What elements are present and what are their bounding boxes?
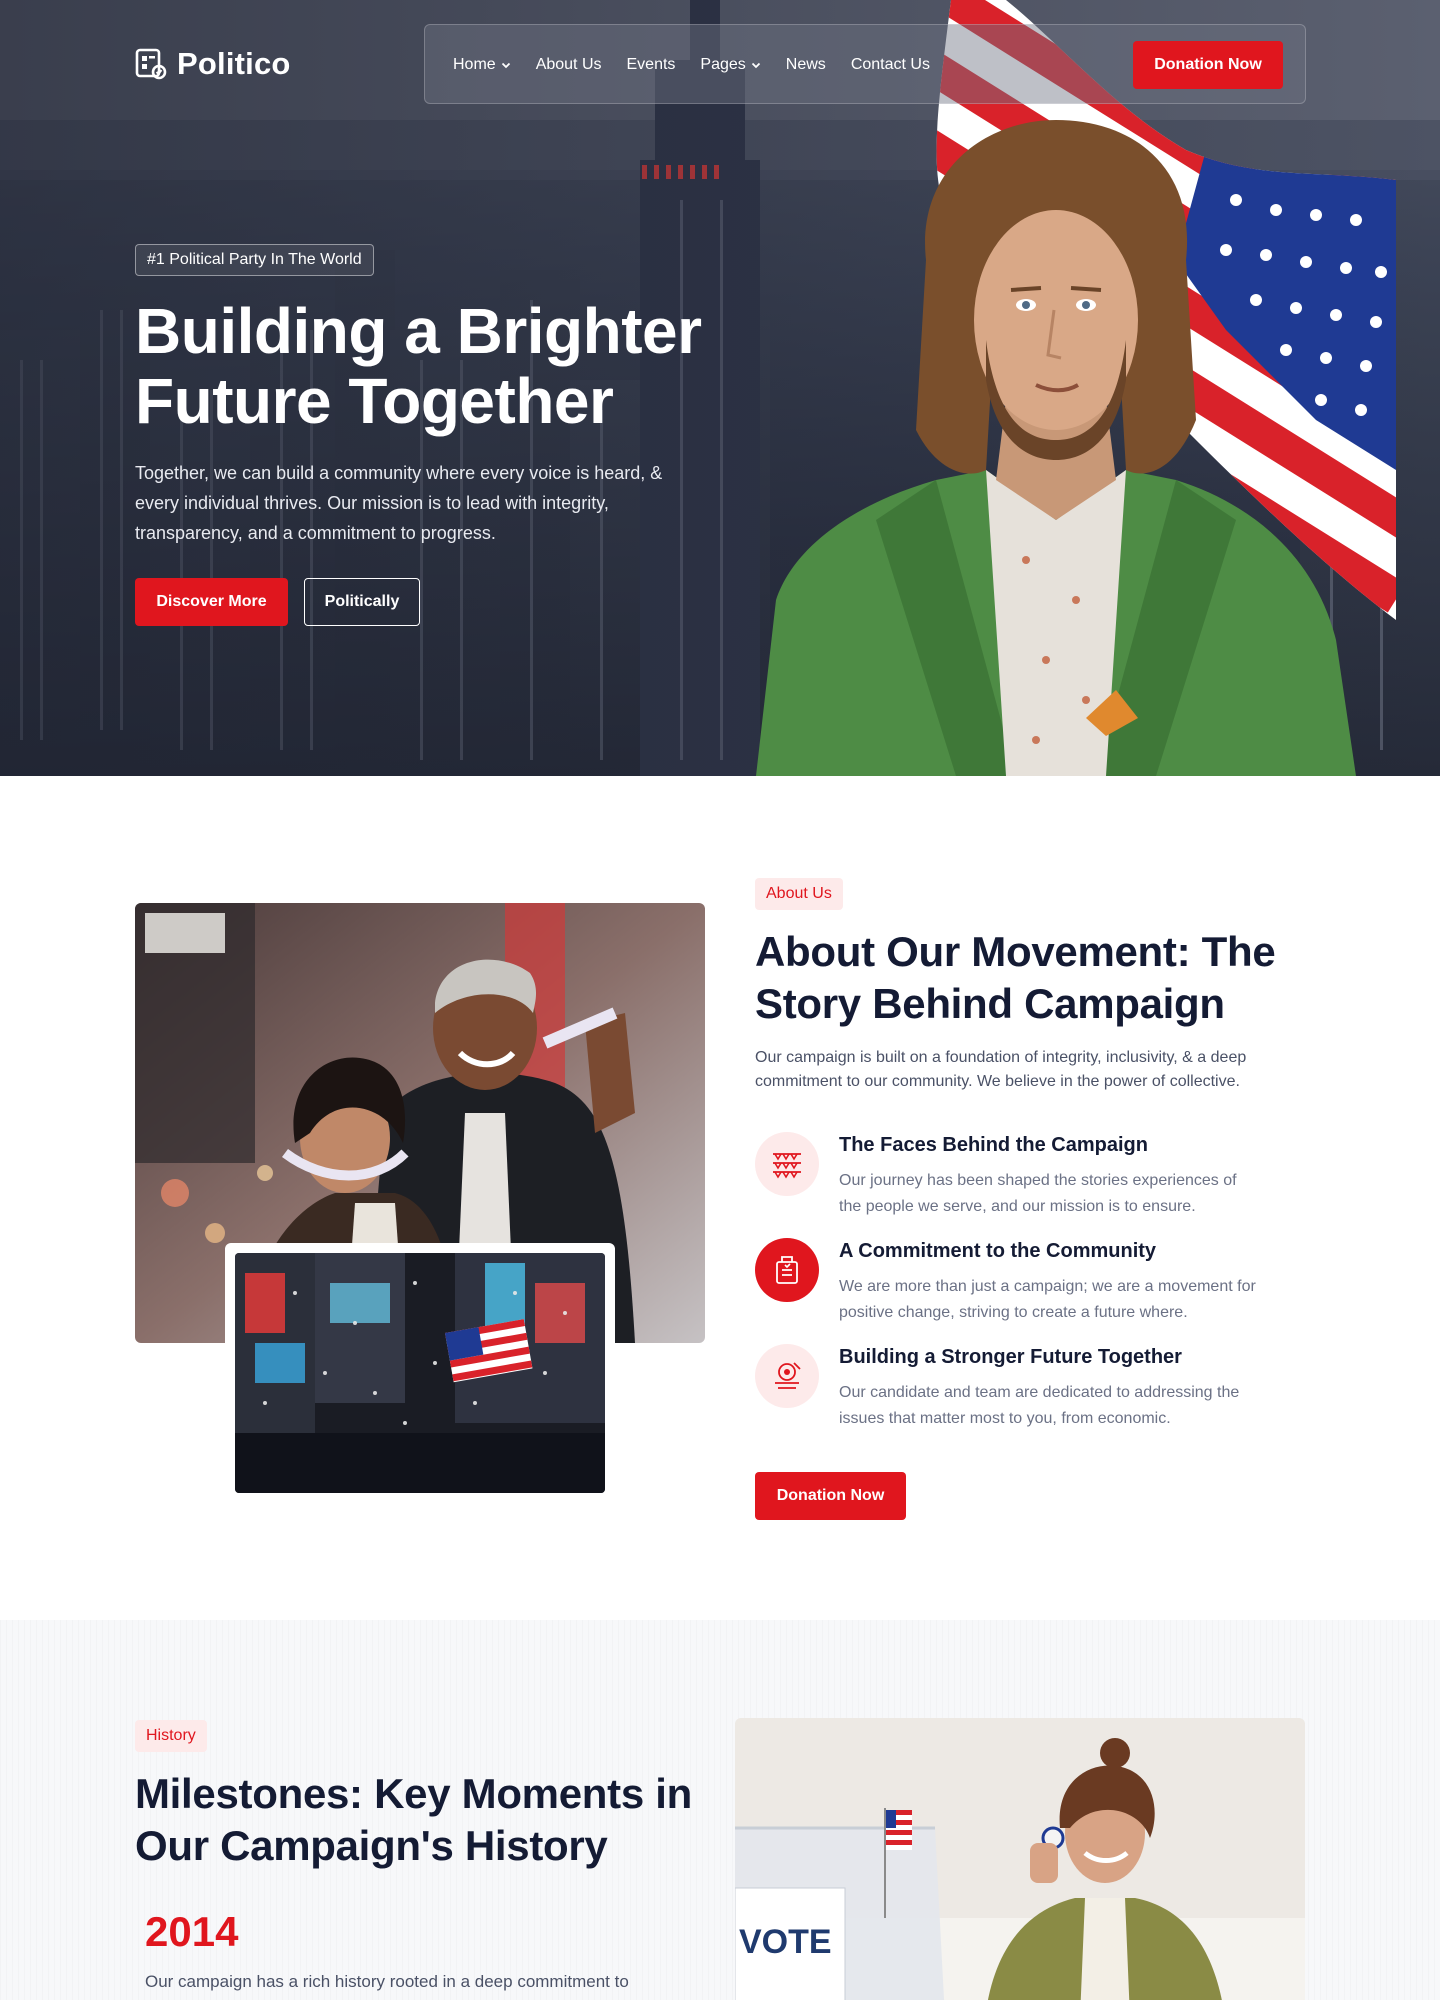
milestone-year: 2014 — [145, 1908, 239, 1955]
about-donation-button[interactable]: Donation Now — [755, 1472, 906, 1520]
feature-description: Our candidate and team are dedicated to … — [839, 1384, 1240, 1427]
history-title-line2: Our Campaign's History — [135, 1822, 608, 1869]
candidate-with-flag-image — [756, 0, 1396, 776]
brand-name: Politico — [177, 46, 291, 81]
nav-donation-button[interactable]: Donation Now — [1133, 41, 1283, 89]
vote-sign-text: VOTE — [739, 1923, 832, 1961]
nav-item-pages[interactable]: Pages — [700, 56, 760, 74]
nav-item-label: Home — [453, 56, 496, 73]
history-title-line1: Milestones: Key Moments in — [135, 1770, 692, 1817]
history-title: Milestones: Key Moments in Our Campaign'… — [135, 1768, 695, 1872]
nav-item-news[interactable]: News — [786, 56, 826, 74]
about-title-line2: Story Behind Campaign — [755, 980, 1225, 1027]
main-navbar: Home About Us Events Pages News Contact … — [424, 24, 1306, 104]
nav-item-home[interactable]: Home — [453, 56, 511, 74]
hero-section: Politico Home About Us Events Pages News… — [0, 0, 1440, 776]
feature-title: A Commitment to the Community — [839, 1240, 1157, 1262]
ballot-box-icon — [755, 1238, 819, 1302]
logo-icon — [135, 48, 167, 80]
times-square-crowd-image — [235, 1253, 605, 1493]
nav-item-about-us[interactable]: About Us — [536, 56, 602, 74]
nav-item-label: Pages — [700, 56, 746, 73]
history-tag: History — [135, 1720, 207, 1752]
feature-title: The Faces Behind the Campaign — [839, 1134, 1148, 1156]
nav-item-label: About Us — [535, 56, 602, 73]
hero-description: Together, we can build a community where… — [135, 463, 663, 543]
feature-title: Building a Stronger Future Together — [839, 1346, 1182, 1368]
politically-button[interactable]: Politically — [304, 578, 420, 626]
nav-item-contact-us[interactable]: Contact Us — [851, 56, 930, 74]
chevron-down-icon — [501, 62, 510, 69]
feature-description: Our journey has been shaped the stories … — [839, 1172, 1237, 1215]
nav-item-label: Contact Us — [850, 56, 930, 73]
brand-logo[interactable]: Politico — [135, 46, 291, 82]
milestone-description: Our campaign has a rich history rooted i… — [145, 1972, 629, 1991]
about-tag: About Us — [755, 878, 843, 910]
nav-item-label: News — [785, 56, 826, 73]
podium-icon — [755, 1344, 819, 1408]
hero-badge: #1 Political Party In The World — [135, 244, 374, 276]
discover-more-button[interactable]: Discover More — [135, 578, 288, 626]
about-title-line1: About Our Movement: The — [755, 928, 1276, 975]
nav-item-events[interactable]: Events — [627, 56, 676, 74]
voter-woman-image: VOTE — [735, 1718, 1305, 2000]
feature-description: We are more than just a campaign; we are… — [839, 1278, 1256, 1321]
hero-title-line1: Building a Brighter — [135, 295, 702, 367]
about-title: About Our Movement: The Story Behind Cam… — [755, 926, 1315, 1030]
hero-title: Building a Brighter Future Together — [135, 296, 755, 436]
hero-title-line2: Future Together — [135, 365, 614, 437]
nav-item-label: Events — [626, 56, 676, 73]
chevron-down-icon — [751, 62, 760, 69]
about-description: Our campaign is built on a foundation of… — [755, 1049, 1247, 1090]
bunting-icon — [755, 1132, 819, 1196]
